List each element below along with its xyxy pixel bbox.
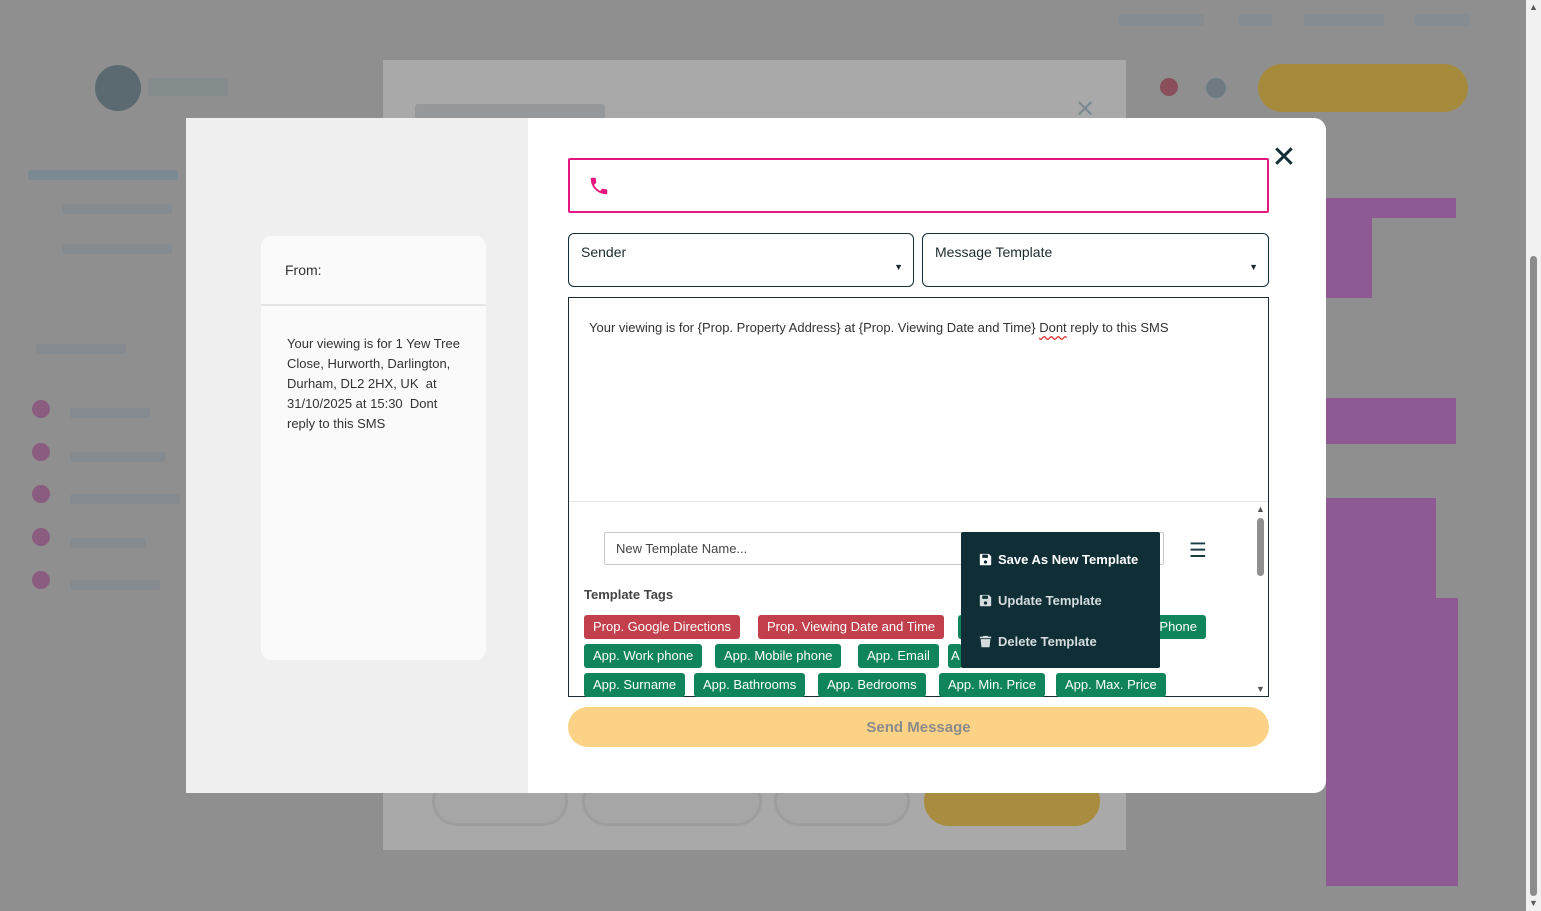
send-message-button[interactable]: Send Message (568, 707, 1269, 747)
background-heading (28, 170, 178, 180)
floppy-disk-icon (979, 553, 992, 566)
message-editor-text[interactable]: Your viewing is for {Prop. Property Addr… (589, 320, 1169, 335)
hamburger-menu-icon[interactable]: ☰ (1189, 538, 1207, 563)
background-line (62, 244, 172, 254)
background-dot (32, 528, 50, 546)
template-tag[interactable]: A (948, 644, 962, 668)
editor-divider (569, 501, 1268, 502)
message-editor[interactable]: Your viewing is for {Prop. Property Addr… (568, 297, 1269, 697)
background-line (62, 204, 172, 214)
background-line (70, 580, 160, 590)
background-top-link (1118, 14, 1204, 26)
background-search-icon (1206, 78, 1226, 98)
template-tag[interactable]: App. Min. Price (939, 673, 1046, 697)
preview-divider (261, 304, 486, 306)
background-line (70, 494, 180, 504)
template-tag[interactable]: App. Bedrooms (818, 673, 926, 697)
background-dot (32, 571, 50, 589)
page-scroll-thumb[interactable] (1530, 256, 1537, 896)
trash-icon (979, 635, 992, 648)
template-tag[interactable]: App. Mobile phone (715, 644, 842, 668)
background-line (36, 344, 126, 354)
background-calendar-block (1326, 198, 1456, 218)
background-logo-text (148, 78, 228, 96)
background-line (70, 408, 150, 418)
page-scrollbar[interactable]: ▲ ▼ (1526, 0, 1541, 911)
background-line (70, 538, 146, 548)
template-area-scrollbar[interactable]: ▲ ▼ (1255, 504, 1267, 696)
scroll-down-arrow-icon[interactable]: ▼ (1529, 898, 1538, 908)
background-calendar-block (1326, 598, 1458, 886)
phone-number-input[interactable] (620, 170, 1250, 202)
scroll-up-arrow-icon[interactable]: ▲ (1529, 2, 1538, 12)
template-tags-title: Template Tags (584, 587, 674, 602)
message-template-select-label: Message Template (935, 244, 1053, 260)
send-sms-modal: From: Your viewing is for 1 Yew Tree Clo… (186, 118, 1326, 793)
template-actions-menu: Save As New Template Update Template Del… (961, 532, 1160, 668)
sms-preview-pane: From: Your viewing is for 1 Yew Tree Clo… (186, 118, 528, 793)
background-calendar-block (1326, 498, 1436, 598)
background-dot (32, 485, 50, 503)
sms-preview-card: From: Your viewing is for 1 Yew Tree Clo… (261, 236, 486, 660)
background-top-link (1414, 14, 1470, 26)
message-text-part: Your viewing is for {Prop. Property Addr… (589, 320, 1040, 335)
background-calendar-block (1326, 218, 1372, 298)
update-template-item[interactable]: Update Template (979, 593, 1102, 608)
save-as-new-template-item[interactable]: Save As New Template (979, 552, 1138, 567)
template-tag[interactable]: App. Max. Price (1056, 673, 1166, 697)
template-tag[interactable]: App. Email (858, 644, 939, 668)
background-dot (32, 400, 50, 418)
scroll-down-arrow-icon[interactable]: ▼ (1256, 684, 1265, 694)
misspelled-word: Dont (1039, 320, 1067, 335)
preview-message-body: Your viewing is for 1 Yew Tree Close, Hu… (287, 336, 464, 431)
message-template-select[interactable]: Message Template ▼ (922, 233, 1269, 287)
template-tag[interactable]: App. Bathrooms (694, 673, 806, 697)
background-orange-button (1258, 64, 1468, 112)
floppy-disk-icon (979, 594, 992, 607)
close-icon[interactable]: ✕ (1270, 142, 1298, 174)
template-tag[interactable]: Prop. Viewing Date and Time (758, 615, 945, 639)
phone-icon (590, 177, 608, 195)
background-calendar-block (1326, 398, 1456, 444)
scroll-up-arrow-icon[interactable]: ▲ (1256, 504, 1265, 514)
message-text-part: reply to this SMS (1066, 320, 1169, 335)
template-area-scroll-thumb[interactable] (1257, 518, 1264, 576)
template-tag[interactable]: App. Work phone (584, 644, 703, 668)
background-top-link (1304, 14, 1384, 26)
delete-template-label: Delete Template (998, 634, 1097, 649)
background-logo (95, 65, 141, 111)
save-as-new-template-label: Save As New Template (998, 552, 1139, 567)
caret-down-icon: ▼ (1249, 262, 1258, 272)
preview-from-label: From: (285, 262, 322, 278)
template-tag[interactable]: Prop. Google Directions (584, 615, 741, 639)
template-tag[interactable]: App. Surname (584, 673, 686, 697)
caret-down-icon: ▼ (894, 262, 903, 272)
background-top-link (1238, 14, 1272, 26)
sender-select-label: Sender (581, 244, 627, 260)
delete-template-item[interactable]: Delete Template (979, 634, 1097, 649)
sender-select[interactable]: Sender ▼ (568, 233, 914, 287)
phone-number-field[interactable] (568, 158, 1269, 213)
background-dot (32, 443, 50, 461)
background-notification-icon (1160, 78, 1178, 96)
update-template-label: Update Template (998, 593, 1102, 608)
background-line (70, 452, 166, 462)
